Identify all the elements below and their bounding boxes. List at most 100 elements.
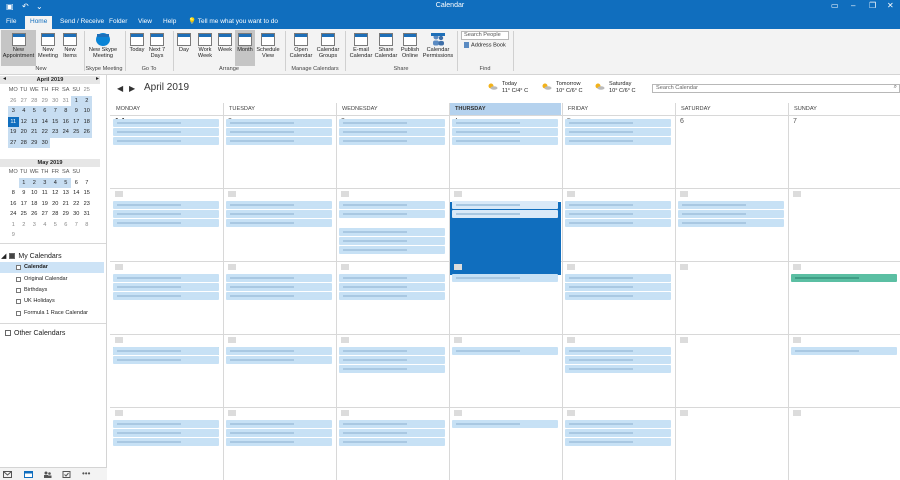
mini-calendar-day[interactable]: 22 (39, 127, 50, 138)
mini-calendar-day[interactable]: 13 (29, 116, 40, 127)
more-icon[interactable]: ••• (82, 469, 91, 478)
mini-calendar-day[interactable]: 14 (39, 116, 50, 127)
day-number[interactable]: 7 (793, 118, 797, 125)
day-number-blurred[interactable] (793, 191, 801, 197)
day-number-blurred[interactable] (115, 410, 123, 416)
mini-calendar-day[interactable]: 2 (19, 220, 30, 231)
previous-month-icon[interactable]: ◀ (117, 84, 123, 93)
calendar-event[interactable] (678, 210, 784, 218)
mini-calendar-day[interactable]: 26 (81, 127, 92, 138)
calendar-event[interactable] (452, 128, 558, 136)
search-calendar-input[interactable]: Search Calendar ⌕ (652, 84, 900, 93)
calendar-item-formula-1[interactable]: Formula 1 Race Calendar (0, 308, 104, 319)
mini-calendar-day[interactable]: 7 (50, 106, 61, 117)
mini-calendar-day[interactable]: 28 (18, 137, 29, 148)
calendar-event[interactable] (113, 210, 219, 218)
calendar-event[interactable] (226, 283, 332, 291)
share-calendar-button[interactable]: Share Calendar (374, 33, 398, 60)
calendar-event[interactable] (452, 274, 558, 282)
next-7-days-button[interactable]: Next 7 Days (147, 33, 167, 60)
mini-calendar-day[interactable]: 31 (82, 209, 93, 220)
calendar-groups-button[interactable]: Calendar Groups (316, 33, 340, 60)
day-number-blurred[interactable] (680, 337, 688, 343)
calendar-event[interactable] (339, 356, 445, 364)
mini-calendar-day[interactable]: 29 (29, 137, 40, 148)
calendar-event[interactable] (226, 219, 332, 227)
calendar-event[interactable] (565, 292, 671, 300)
calendar-event[interactable] (565, 219, 671, 227)
mini-calendar-day[interactable]: 2 (81, 95, 92, 106)
mini-calendar-day[interactable]: 13 (61, 188, 72, 199)
mini-calendar-day[interactable]: 16 (60, 116, 71, 127)
calendar-event[interactable] (226, 292, 332, 300)
work-week-view-button[interactable]: Work Week (195, 33, 215, 60)
mini-calendar-day[interactable]: 28 (29, 96, 40, 107)
group-checkbox[interactable] (9, 253, 16, 259)
mini-calendar-day[interactable]: 6 (61, 220, 72, 231)
mini-calendar-day[interactable]: 29 (40, 96, 51, 107)
calendar-event[interactable] (113, 119, 219, 127)
mini-calendar-day[interactable]: 5 (50, 220, 61, 231)
calendar-event[interactable] (565, 274, 671, 282)
day-number-blurred[interactable] (454, 337, 462, 343)
weather-tomorrow[interactable]: Tomorrow 10° C/6° C (541, 81, 583, 95)
mini-calendar-day[interactable]: 7 (71, 220, 82, 231)
calendar-event[interactable] (226, 347, 332, 355)
mini-calendar-day[interactable]: 24 (8, 209, 19, 220)
mini-calendar-day[interactable]: 27 (19, 96, 30, 107)
mini-calendar-may-title[interactable]: May 2019 (0, 159, 100, 167)
month-view-button[interactable]: Month (235, 30, 255, 66)
mini-calendar-day[interactable]: 9 (8, 230, 19, 241)
day-number-blurred[interactable] (341, 191, 349, 197)
day-number-blurred[interactable] (567, 337, 575, 343)
day-number-blurred[interactable] (228, 264, 236, 270)
calendar-event[interactable] (339, 210, 445, 218)
calendar-item-calendar[interactable]: Calendar (0, 262, 104, 273)
mini-calendar-day[interactable]: 1 (71, 95, 82, 106)
mini-calendar-day[interactable]: 27 (40, 209, 51, 220)
search-icon[interactable]: ⌕ (894, 84, 897, 91)
calendar-checkbox[interactable] (16, 299, 21, 304)
day-number-blurred[interactable] (341, 410, 349, 416)
mini-calendar-day[interactable]: 26 (29, 209, 40, 220)
calendar-event[interactable] (339, 292, 445, 300)
calendar-event[interactable] (113, 137, 219, 145)
tasks-icon[interactable] (62, 471, 71, 478)
mini-calendar-day[interactable]: 26 (8, 96, 19, 107)
weather-saturday[interactable]: Saturday 10° C/6° C (594, 81, 636, 95)
day-number-blurred[interactable] (680, 191, 688, 197)
ribbon-display-options-icon[interactable]: ▭ (831, 1, 839, 10)
mini-calendar-next-icon[interactable]: ▸ (96, 75, 99, 82)
day-number-blurred[interactable] (793, 337, 801, 343)
calendar-event[interactable] (678, 219, 784, 227)
mini-calendar-day[interactable]: 21 (61, 199, 72, 210)
mini-calendar-day[interactable]: 25 (82, 85, 93, 96)
day-number[interactable]: 6 (680, 118, 684, 125)
mini-calendar-april-title[interactable]: April 2019 (0, 76, 100, 84)
day-number-blurred[interactable] (228, 337, 236, 343)
calendar-event[interactable] (226, 420, 332, 428)
day-number-blurred[interactable] (567, 264, 575, 270)
calendar-event[interactable] (565, 420, 671, 428)
calendar-event[interactable] (113, 356, 219, 364)
calendar-event[interactable] (565, 210, 671, 218)
mini-calendar-day[interactable]: 18 (29, 199, 40, 210)
mini-calendar-day[interactable]: 25 (71, 127, 82, 138)
calendar-event[interactable] (565, 119, 671, 127)
calendar-event[interactable] (113, 283, 219, 291)
mini-calendar-day[interactable]: 25 (19, 209, 30, 220)
mini-calendar-day[interactable]: 27 (8, 137, 19, 148)
calendar-event[interactable] (226, 137, 332, 145)
calendar-event[interactable] (113, 274, 219, 282)
day-number-blurred[interactable] (454, 191, 462, 197)
calendar-event[interactable] (339, 137, 445, 145)
calendar-nav-icon[interactable] (24, 471, 33, 478)
calendar-event[interactable] (226, 438, 332, 446)
day-number-blurred[interactable] (680, 410, 688, 416)
calendar-event[interactable] (339, 128, 445, 136)
mini-calendar-day[interactable]: 15 (82, 188, 93, 199)
tab-help[interactable]: Help (158, 16, 181, 29)
mini-calendar-day[interactable]: 3 (39, 177, 50, 188)
mini-calendar-day[interactable]: 6 (71, 178, 82, 189)
calendar-event[interactable] (452, 420, 558, 428)
